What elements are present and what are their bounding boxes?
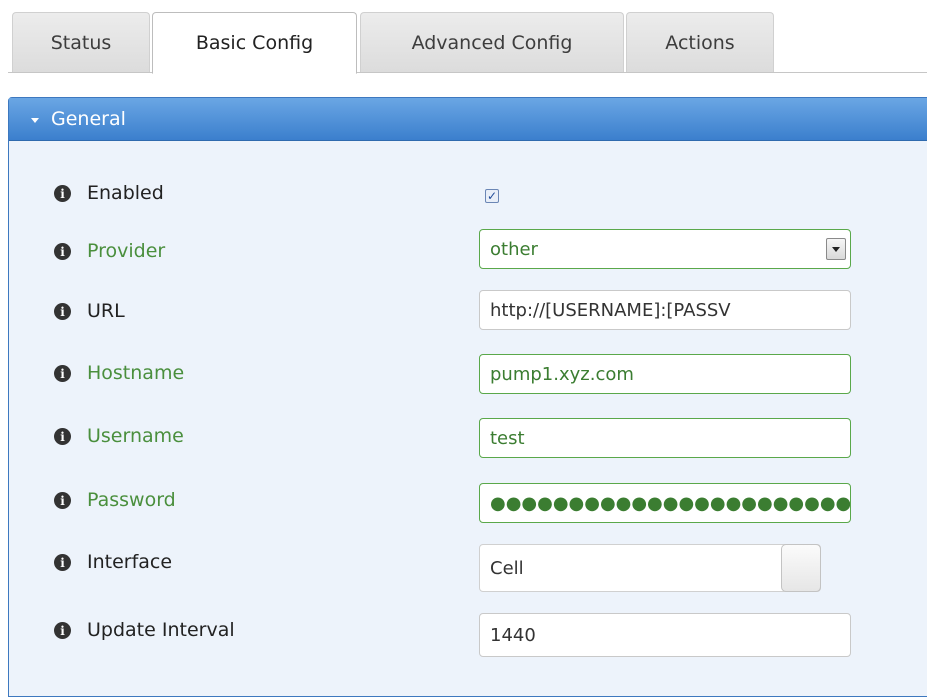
panel-header-general[interactable]: General xyxy=(9,98,927,141)
update-interval-input-value: 1440 xyxy=(490,624,536,646)
url-input-value: http://[USERNAME]:[PASSV xyxy=(490,299,731,321)
url-input[interactable]: http://[USERNAME]:[PASSV xyxy=(479,290,851,330)
hostname-input[interactable]: pump1.xyz.com xyxy=(479,354,851,394)
username-label: Username xyxy=(87,425,184,447)
tab-actions[interactable]: Actions xyxy=(626,12,774,72)
tab-advanced-config[interactable]: Advanced Config xyxy=(360,12,624,72)
interface-combobox-value: Cell xyxy=(490,557,524,579)
info-circle-icon[interactable]: i xyxy=(54,554,71,571)
provider-select-value: other xyxy=(490,238,538,260)
provider-select[interactable]: other xyxy=(479,229,851,269)
general-panel: General i Enabled ✓ i Provider other i U… xyxy=(8,97,927,697)
info-circle-icon[interactable]: i xyxy=(54,243,71,260)
info-circle-icon[interactable]: i xyxy=(54,428,71,445)
enabled-label: Enabled xyxy=(87,182,164,204)
interface-label: Interface xyxy=(87,551,173,573)
update-interval-label: Update Interval xyxy=(87,619,235,641)
interface-dropdown-button[interactable] xyxy=(781,544,821,592)
info-circle-icon[interactable]: i xyxy=(54,365,71,382)
username-input-value: test xyxy=(490,427,525,449)
enabled-checkbox[interactable]: ✓ xyxy=(485,189,499,203)
hostname-label: Hostname xyxy=(87,362,185,384)
info-circle-icon[interactable]: i xyxy=(54,303,71,320)
tab-basic-config[interactable]: Basic Config xyxy=(152,12,357,74)
info-circle-icon[interactable]: i xyxy=(54,622,71,639)
provider-label: Provider xyxy=(87,240,166,262)
tab-bar: Status Basic Config Advanced Config Acti… xyxy=(0,0,927,74)
info-circle-icon[interactable]: i xyxy=(54,492,71,509)
password-input[interactable]: ●●●●●●●●●●●●●●●●●●●●●●●● xyxy=(479,483,851,523)
chevron-down-icon[interactable] xyxy=(826,238,846,260)
caret-down-icon xyxy=(31,117,39,123)
interface-combobox[interactable]: Cell xyxy=(479,544,821,592)
info-circle-icon[interactable]: i xyxy=(54,185,71,202)
panel-title: General xyxy=(51,108,126,130)
hostname-input-value: pump1.xyz.com xyxy=(490,363,634,385)
tab-status[interactable]: Status xyxy=(12,12,150,72)
update-interval-input[interactable]: 1440 xyxy=(479,613,851,657)
url-label: URL xyxy=(87,300,125,322)
tab-divider xyxy=(8,72,927,73)
password-input-value: ●●●●●●●●●●●●●●●●●●●●●●●● xyxy=(490,492,851,514)
username-input[interactable]: test xyxy=(479,418,851,458)
password-label: Password xyxy=(87,489,176,511)
